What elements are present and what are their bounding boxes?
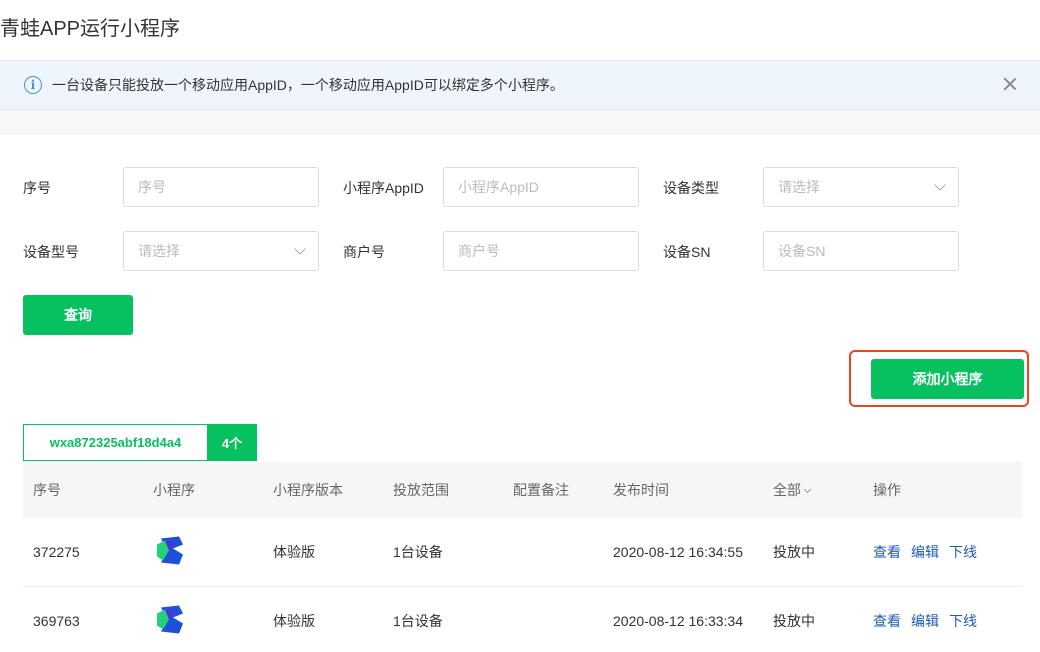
status-filter[interactable]: 全部 — [773, 480, 812, 500]
edit-link[interactable]: 编辑 — [911, 613, 939, 629]
th-app: 小程序 — [153, 482, 195, 498]
device-type-value: 请选择 — [778, 179, 820, 195]
add-miniprogram-button[interactable]: 添加小程序 — [871, 359, 1024, 399]
th-scope: 投放范围 — [393, 482, 449, 498]
device-model-select[interactable]: 请选择 — [123, 231, 319, 271]
divider-band — [0, 110, 1040, 134]
device-type-select[interactable]: 请选择 — [763, 167, 959, 207]
merchant-label: 商户号 — [343, 244, 385, 260]
offline-link[interactable]: 下线 — [949, 544, 977, 560]
appid-label: 小程序AppID — [343, 180, 424, 196]
cell-seq: 372275 — [33, 544, 80, 560]
offline-link[interactable]: 下线 — [949, 613, 977, 629]
page-title: 青蛙APP运行小程序 — [0, 18, 181, 40]
chevron-down-icon — [294, 243, 306, 255]
view-link[interactable]: 查看 — [873, 544, 901, 560]
th-version: 小程序版本 — [273, 482, 343, 498]
cell-ops: 查看 编辑 下线 — [873, 542, 987, 562]
miniprogram-table: 序号 小程序 小程序版本 投放范围 配置备注 发布时间 全部 操作 372275… — [23, 462, 1022, 652]
cell-seq: 369763 — [33, 613, 80, 629]
cell-time: 2020-08-12 16:33:34 — [613, 613, 743, 629]
alert-text: 一台设备只能投放一个移动应用AppID，一个移动应用AppID可以绑定多个小程序… — [52, 77, 564, 93]
table-row: 369763 体验版 1台设备 2020-08-12 16:33:34 投放中 … — [23, 587, 1022, 652]
device-model-label: 设备型号 — [23, 244, 79, 260]
appid-input[interactable] — [443, 167, 639, 207]
seq-label: 序号 — [23, 180, 51, 196]
th-time: 发布时间 — [613, 482, 669, 498]
info-icon: i — [24, 76, 42, 94]
chevron-down-icon — [803, 485, 812, 494]
table-row: 372275 体验版 1台设备 2020-08-12 16:34:55 投放中 … — [23, 518, 1022, 587]
cell-ops: 查看 编辑 下线 — [873, 611, 987, 631]
app-logo-icon — [157, 535, 185, 570]
appid-tab-label: wxa872325abf18d4a4 — [23, 424, 207, 461]
th-seq: 序号 — [33, 482, 61, 498]
table-header: 序号 小程序 小程序版本 投放范围 配置备注 发布时间 全部 操作 — [23, 462, 1022, 518]
device-model-value: 请选择 — [138, 243, 180, 259]
th-note: 配置备注 — [513, 482, 569, 498]
chevron-down-icon — [934, 179, 946, 191]
device-type-label: 设备类型 — [663, 180, 719, 196]
th-status: 全部 — [773, 482, 801, 498]
th-ops: 操作 — [873, 482, 901, 498]
close-icon[interactable] — [1002, 76, 1018, 92]
cell-time: 2020-08-12 16:34:55 — [613, 544, 743, 560]
merchant-input[interactable] — [443, 231, 639, 271]
view-link[interactable]: 查看 — [873, 613, 901, 629]
app-logo-icon — [157, 604, 185, 639]
edit-link[interactable]: 编辑 — [911, 544, 939, 560]
info-alert: i 一台设备只能投放一个移动应用AppID，一个移动应用AppID可以绑定多个小… — [0, 60, 1040, 110]
query-button[interactable]: 查询 — [23, 295, 133, 335]
sn-label: 设备SN — [663, 244, 711, 260]
seq-input[interactable] — [123, 167, 319, 207]
cell-status: 投放中 — [773, 544, 815, 560]
appid-tab[interactable]: wxa872325abf18d4a4 4个 — [23, 424, 257, 461]
cell-status: 投放中 — [773, 613, 815, 629]
cell-scope: 1台设备 — [393, 544, 443, 560]
appid-tab-count: 4个 — [207, 424, 257, 461]
sn-input[interactable] — [763, 231, 959, 271]
cell-scope: 1台设备 — [393, 613, 443, 629]
cell-version: 体验版 — [273, 613, 315, 629]
cell-version: 体验版 — [273, 544, 315, 560]
